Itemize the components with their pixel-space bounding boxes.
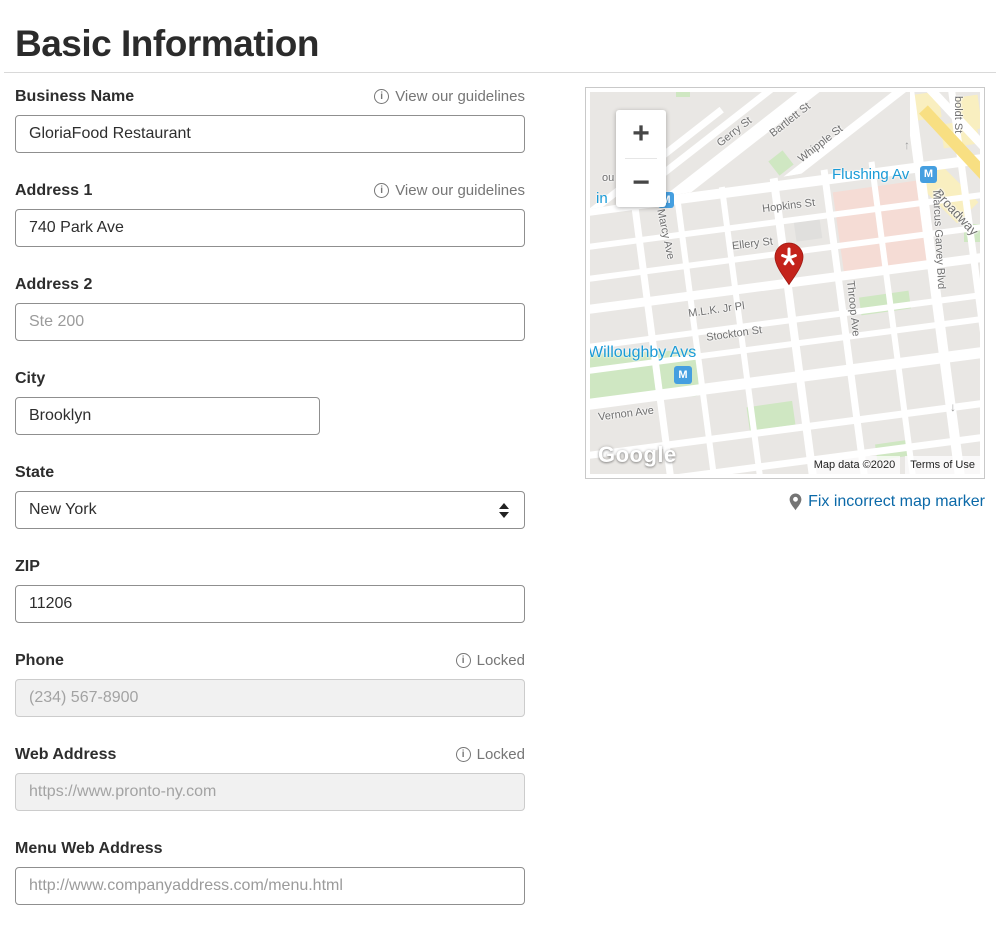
guidelines-link-label: View our guidelines — [395, 87, 525, 106]
info-icon: i — [374, 183, 389, 198]
web-address-input — [15, 773, 525, 811]
street-label: Hopkins St — [761, 197, 815, 215]
locked-hint-label: Locked — [477, 745, 525, 764]
address1-field: Address 1 i View our guidelines — [15, 181, 525, 247]
info-icon: i — [456, 747, 471, 762]
street-label-willoughby: Willoughby Avs — [590, 344, 696, 362]
guidelines-link-label: View our guidelines — [395, 181, 525, 200]
street-label: Ellery St — [731, 236, 773, 253]
fix-marker-link[interactable]: Fix incorrect map marker — [808, 493, 985, 511]
one-way-arrow-icon: ↓ — [950, 400, 956, 414]
one-way-arrow-icon: ↑ — [904, 138, 910, 152]
menu-web-address-input[interactable] — [15, 867, 525, 905]
map-zoom-control: + − — [616, 110, 666, 207]
page-title: Basic Information — [15, 22, 985, 66]
address2-field: Address 2 — [15, 275, 525, 341]
zip-field: ZIP — [15, 557, 525, 623]
menu-web-address-label: Menu Web Address — [15, 839, 163, 858]
subway-station-icon: M — [920, 166, 937, 183]
subway-station-icon: M — [674, 366, 692, 384]
street-label-fragment: in — [596, 190, 608, 207]
business-name-input[interactable] — [15, 115, 525, 153]
business-name-label: Business Name — [15, 87, 134, 106]
state-select-value: New York — [29, 501, 97, 519]
phone-label: Phone — [15, 651, 64, 670]
terms-of-use-link[interactable]: Terms of Use — [905, 456, 980, 474]
info-icon: i — [456, 653, 471, 668]
map-canvas[interactable]: Gerry St Bartlett St Whipple St Flushing… — [590, 92, 980, 474]
street-label-flushing-av: Flushing Av — [832, 166, 909, 183]
street-label-fragment: ou — [602, 172, 614, 184]
yelp-map-pin-icon — [774, 242, 804, 286]
address1-input[interactable] — [15, 209, 525, 247]
map-column: Gerry St Bartlett St Whipple St Flushing… — [585, 73, 985, 511]
basic-information-page: Basic Information Business Name i View o… — [0, 0, 1000, 933]
phone-input — [15, 679, 525, 717]
zoom-in-button[interactable]: + — [616, 110, 666, 158]
zoom-out-button[interactable]: − — [616, 159, 666, 207]
menu-web-address-field: Menu Web Address — [15, 839, 525, 905]
basic-info-form: Business Name i View our guidelines Addr… — [15, 73, 525, 933]
select-stepper-icon — [499, 503, 509, 518]
phone-field: Phone i Locked — [15, 651, 525, 717]
locked-hint: i Locked — [456, 745, 525, 764]
state-select[interactable]: New York — [15, 491, 525, 529]
fix-marker-row: Fix incorrect map marker — [585, 493, 985, 511]
guidelines-link[interactable]: i View our guidelines — [374, 181, 525, 200]
zip-input[interactable] — [15, 585, 525, 623]
google-logo: Google — [598, 442, 677, 468]
city-input[interactable] — [15, 397, 320, 435]
map-pin-icon — [789, 493, 802, 511]
city-label: City — [15, 369, 45, 388]
web-address-label: Web Address — [15, 745, 116, 764]
zip-label: ZIP — [15, 557, 40, 576]
state-label: State — [15, 463, 54, 482]
address1-label: Address 1 — [15, 181, 92, 200]
city-field: City — [15, 369, 525, 435]
address2-input[interactable] — [15, 303, 525, 341]
locked-hint-label: Locked — [477, 651, 525, 670]
web-address-field: Web Address i Locked — [15, 745, 525, 811]
state-field: State New York — [15, 463, 525, 529]
locked-hint: i Locked — [456, 651, 525, 670]
address2-label: Address 2 — [15, 275, 92, 294]
street-label: boldt St — [952, 96, 964, 133]
business-name-field: Business Name i View our guidelines — [15, 87, 525, 153]
map-frame: Gerry St Bartlett St Whipple St Flushing… — [585, 87, 985, 479]
info-icon: i — [374, 89, 389, 104]
guidelines-link[interactable]: i View our guidelines — [374, 87, 525, 106]
map-attribution: Map data ©2020 — [809, 456, 901, 474]
